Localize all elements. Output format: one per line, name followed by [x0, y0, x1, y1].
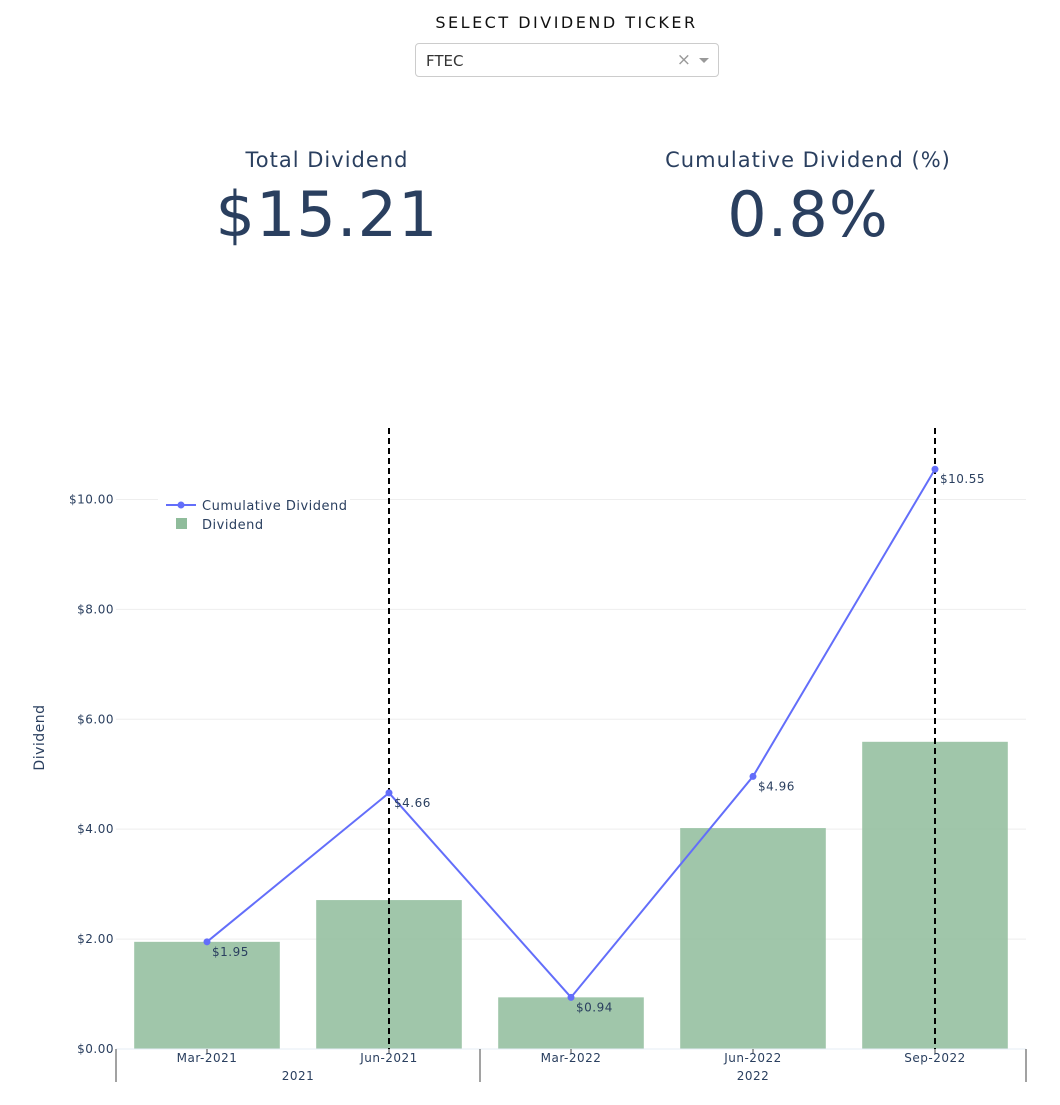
- x-tick-label: Jun-2022: [723, 1051, 782, 1065]
- cumulative-dividend-label: $4.66: [394, 796, 431, 810]
- y-tick-label: $6.00: [77, 712, 114, 726]
- cumulative-dividend-value: 0.8%: [727, 178, 889, 251]
- y-tick-label: $0.00: [77, 1042, 114, 1056]
- y-tick-label: $8.00: [77, 602, 114, 616]
- cumulative-dividend-label: $0.94: [576, 1000, 613, 1014]
- cumulative-dividend-title: Cumulative Dividend (%): [665, 148, 951, 172]
- x-group-label: 2021: [282, 1069, 315, 1083]
- legend-label-cumulative: Cumulative Dividend: [202, 499, 348, 514]
- total-dividend-title: Total Dividend: [245, 148, 409, 172]
- cumulative-dividend-point: [749, 772, 757, 780]
- y-tick-label: $2.00: [77, 932, 114, 946]
- dividend-bar: [134, 941, 280, 1049]
- x-tick-label: Sep-2022: [904, 1051, 966, 1065]
- ticker-dropdown[interactable]: FTEC ×: [415, 43, 719, 77]
- total-dividend-value: $15.21: [215, 178, 439, 251]
- dividend-chart: $0.00 $2.00 $4.00 $6.00 $8.00 $10.00 $1.95 $4.6…: [32, 428, 1027, 1083]
- dividend-bar: [498, 997, 644, 1049]
- y-tick-label: $4.00: [77, 822, 114, 836]
- legend-line-marker: [177, 501, 185, 509]
- chevron-down-icon[interactable]: [699, 58, 709, 63]
- cumulative-dividend-label: $1.95: [212, 945, 249, 959]
- cumulative-dividend-point: [385, 789, 393, 797]
- cumulative-dividend-point: [931, 465, 939, 473]
- x-tick-label: Mar-2021: [177, 1051, 238, 1065]
- x-tick-label: Jun-2021: [359, 1051, 418, 1065]
- clear-icon[interactable]: ×: [677, 50, 691, 70]
- cumulative-dividend-point: [567, 993, 575, 1001]
- dividend-bar: [680, 828, 826, 1049]
- legend-label-dividend: Dividend: [202, 518, 264, 533]
- ticker-select-label: SELECT DIVIDEND TICKER: [435, 13, 698, 32]
- x-group-label: 2022: [737, 1069, 770, 1083]
- x-tick-label: Mar-2022: [541, 1051, 602, 1065]
- cumulative-dividend-label: $10.55: [940, 472, 985, 486]
- legend-bar-swatch: [176, 518, 187, 529]
- y-axis-title: Dividend: [32, 704, 48, 770]
- y-tick-label: $10.00: [69, 492, 114, 506]
- cumulative-dividend-point: [203, 938, 211, 946]
- cumulative-dividend-label: $4.96: [758, 779, 795, 793]
- ticker-selected-value: FTEC: [426, 52, 464, 70]
